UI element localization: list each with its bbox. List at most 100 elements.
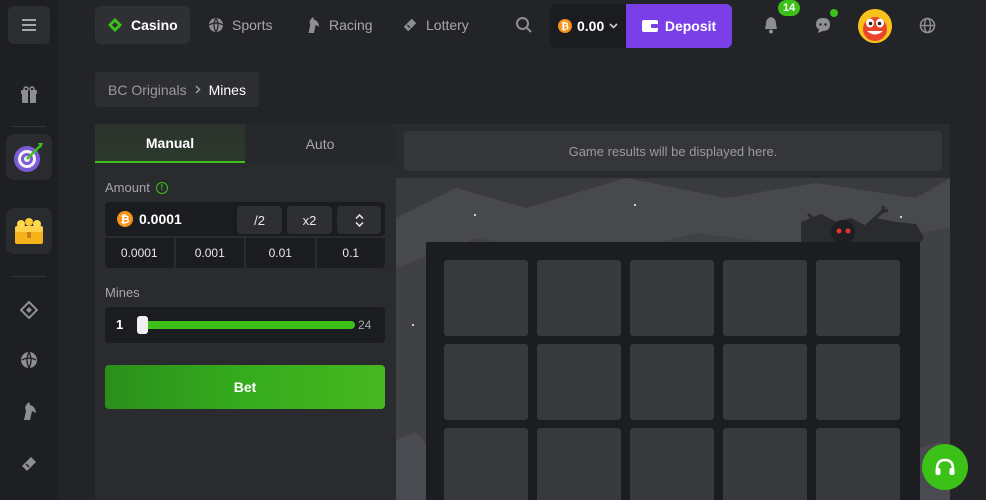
sidebar-item-promotions[interactable] xyxy=(0,84,58,106)
deposit-button[interactable]: Deposit xyxy=(626,4,732,48)
horse-icon xyxy=(308,17,320,33)
mine-tile[interactable] xyxy=(816,428,900,500)
mines-slider-box: 1 24 xyxy=(105,307,385,343)
mines-slider-handle[interactable] xyxy=(137,316,148,334)
chevron-up-icon xyxy=(354,213,364,219)
bitcoin-icon: ₿ xyxy=(117,211,133,227)
amount-input[interactable]: ₿ 0.0001 /2 x2 xyxy=(105,202,385,236)
chat-icon xyxy=(816,18,830,33)
sidebar-divider xyxy=(12,126,46,127)
quick-amount-button[interactable]: 0.1 xyxy=(316,238,385,268)
mine-tile[interactable] xyxy=(723,344,807,420)
horse-icon xyxy=(24,402,36,420)
casino-diamond-icon xyxy=(20,301,38,319)
mine-tile[interactable] xyxy=(723,428,807,500)
tab-manual[interactable]: Manual xyxy=(95,124,245,163)
mine-tile[interactable] xyxy=(816,260,900,336)
game-area: Game results will be displayed here. xyxy=(396,124,950,500)
search-icon xyxy=(516,17,532,33)
casino-diamond-icon xyxy=(108,18,122,32)
hamburger-icon xyxy=(22,19,36,31)
mines-label: Mines xyxy=(105,285,140,300)
star-decoration xyxy=(412,324,414,326)
quick-amount-button[interactable]: 0.01 xyxy=(246,238,315,268)
nav-tab-label: Casino xyxy=(131,17,178,33)
mine-tile[interactable] xyxy=(630,428,714,500)
deposit-label: Deposit xyxy=(664,18,717,34)
mine-tile[interactable] xyxy=(444,344,528,420)
avatar[interactable] xyxy=(858,9,892,43)
quick-amount-button[interactable]: 0.0001 xyxy=(105,238,174,268)
mine-tile[interactable] xyxy=(723,260,807,336)
nav-tab-label: Racing xyxy=(329,17,373,33)
wallet-balance[interactable]: ₿ 0.00 xyxy=(550,4,626,48)
amount-stepper[interactable] xyxy=(337,206,381,234)
mine-tile[interactable] xyxy=(444,260,528,336)
halve-amount-button[interactable]: /2 xyxy=(237,206,282,234)
nav-tab-casino[interactable]: Casino xyxy=(95,6,190,44)
mines-value: 1 xyxy=(116,317,124,332)
sidebar-item-racing[interactable] xyxy=(0,400,58,422)
globe-icon xyxy=(919,17,936,33)
mine-tile[interactable] xyxy=(816,344,900,420)
amount-label-row: Amount ! xyxy=(105,180,168,195)
double-amount-button[interactable]: x2 xyxy=(287,206,332,234)
ticket-icon xyxy=(403,18,417,32)
breadcrumb-link-bc-originals[interactable]: BC Originals xyxy=(108,82,187,98)
language-button[interactable] xyxy=(919,6,936,44)
mine-tile[interactable] xyxy=(630,344,714,420)
star-decoration xyxy=(634,204,636,206)
chevron-right-icon xyxy=(195,85,201,94)
amount-label: Amount xyxy=(105,180,150,195)
sidebar xyxy=(0,0,58,500)
info-icon[interactable]: ! xyxy=(155,181,168,194)
sidebar-item-casino[interactable] xyxy=(0,300,58,320)
mine-tile[interactable] xyxy=(537,344,621,420)
nav-tab-sports[interactable]: Sports xyxy=(208,6,272,44)
nav-tab-lottery[interactable]: Lottery xyxy=(402,6,469,44)
top-navigation-bar: Casino Sports Racing Lottery ₿ 0.00 Depo… xyxy=(58,0,986,52)
mine-tile[interactable] xyxy=(537,428,621,500)
mine-tile[interactable] xyxy=(630,260,714,336)
nav-tab-label: Sports xyxy=(232,17,273,33)
sidebar-item-sports[interactable] xyxy=(0,350,58,370)
bell-icon xyxy=(765,17,777,34)
gift-icon xyxy=(21,86,37,103)
support-chat-button[interactable] xyxy=(922,444,968,490)
menu-button[interactable] xyxy=(8,6,50,44)
star-decoration xyxy=(900,216,902,218)
game-results-bar: Game results will be displayed here. xyxy=(404,131,942,171)
mines-max-value: 24 xyxy=(358,318,372,332)
svg-text:₿: ₿ xyxy=(120,212,129,226)
chevron-down-icon xyxy=(609,23,618,29)
sidebar-item-originals[interactable] xyxy=(6,134,52,180)
notification-count-badge: 14 xyxy=(778,0,801,16)
bet-button[interactable]: Bet xyxy=(105,365,385,409)
chevron-down-icon xyxy=(354,221,364,227)
bet-panel: Manual Auto Amount ! ₿ 0.0001 /2 x2 0.00… xyxy=(95,124,396,500)
sidebar-item-rewards[interactable] xyxy=(6,208,52,254)
amount-value: 0.0001 xyxy=(139,211,182,227)
treasure-chest-icon xyxy=(15,218,43,244)
sidebar-item-lottery[interactable] xyxy=(0,454,58,474)
balance-amount: 0.00 xyxy=(577,18,605,34)
mine-tile[interactable] xyxy=(444,428,528,500)
headset-icon xyxy=(935,458,955,475)
amount-value-display: ₿ 0.0001 xyxy=(117,202,182,236)
quick-amount-button[interactable]: 0.001 xyxy=(175,238,244,268)
mines-slider-track[interactable] xyxy=(141,321,355,329)
notifications-button[interactable] xyxy=(763,6,779,44)
svg-text:₿: ₿ xyxy=(561,21,569,33)
mine-tile[interactable] xyxy=(537,260,621,336)
nav-tab-racing[interactable]: Racing xyxy=(305,6,373,44)
bet-mode-tabs: Manual Auto xyxy=(95,124,396,163)
mines-grid xyxy=(426,242,920,500)
search-button[interactable] xyxy=(515,6,533,44)
mines-game-scene xyxy=(396,178,950,500)
bitcoin-icon: ₿ xyxy=(558,19,572,33)
tab-auto[interactable]: Auto xyxy=(245,124,395,163)
chat-online-indicator xyxy=(830,9,838,17)
ticket-icon xyxy=(22,457,36,471)
quick-amount-row: 0.0001 0.001 0.01 0.1 xyxy=(105,238,385,268)
wallet-icon xyxy=(641,20,658,32)
